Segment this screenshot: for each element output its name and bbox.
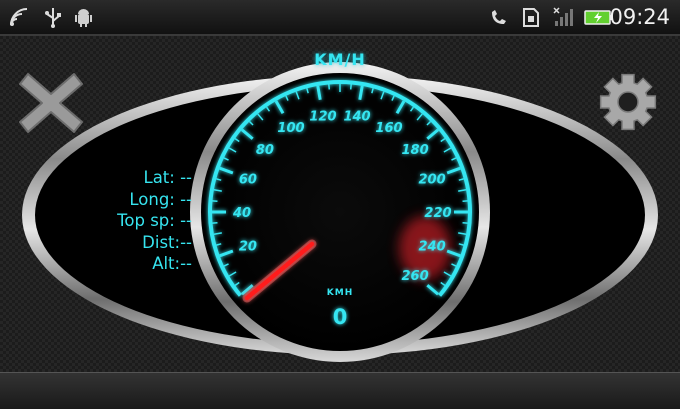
gauge-tick-label: 240 xyxy=(419,240,446,255)
gauge-tick-label: 180 xyxy=(402,143,429,158)
gauge-tick-label: 20 xyxy=(239,240,257,255)
altitude-label: Alt:-- xyxy=(60,253,192,275)
close-icon xyxy=(20,74,82,132)
gauge-tick-label: 140 xyxy=(343,109,370,124)
gauge-tick-label: 260 xyxy=(402,269,429,284)
unit-title: KM/H xyxy=(0,50,680,69)
speed-value: 0 xyxy=(333,305,348,329)
gear-icon xyxy=(601,75,656,130)
gauge-tick-label: 200 xyxy=(419,172,446,187)
longitude-label: Long: -- xyxy=(60,189,192,211)
top-speed-label: Top sp: -- xyxy=(60,210,192,232)
gauge-tick-label: 120 xyxy=(309,109,336,124)
gauge-tick-label: 100 xyxy=(277,121,304,136)
dial-unit-label: KMH xyxy=(327,288,353,298)
gauge-tick-label: 60 xyxy=(239,172,257,187)
close-button[interactable] xyxy=(18,70,84,136)
gauge-tick-label: 80 xyxy=(256,143,274,158)
gauge-tick-label: 220 xyxy=(424,206,451,221)
gps-info-panel: Lat: -- Long: -- Top sp: -- Dist:-- Alt:… xyxy=(60,167,192,275)
gauge-tick-label: 160 xyxy=(375,121,402,136)
gauge-tick-label: 40 xyxy=(232,206,251,221)
settings-button[interactable] xyxy=(596,70,660,134)
latitude-label: Lat: -- xyxy=(60,167,192,189)
distance-label: Dist:-- xyxy=(60,232,192,254)
